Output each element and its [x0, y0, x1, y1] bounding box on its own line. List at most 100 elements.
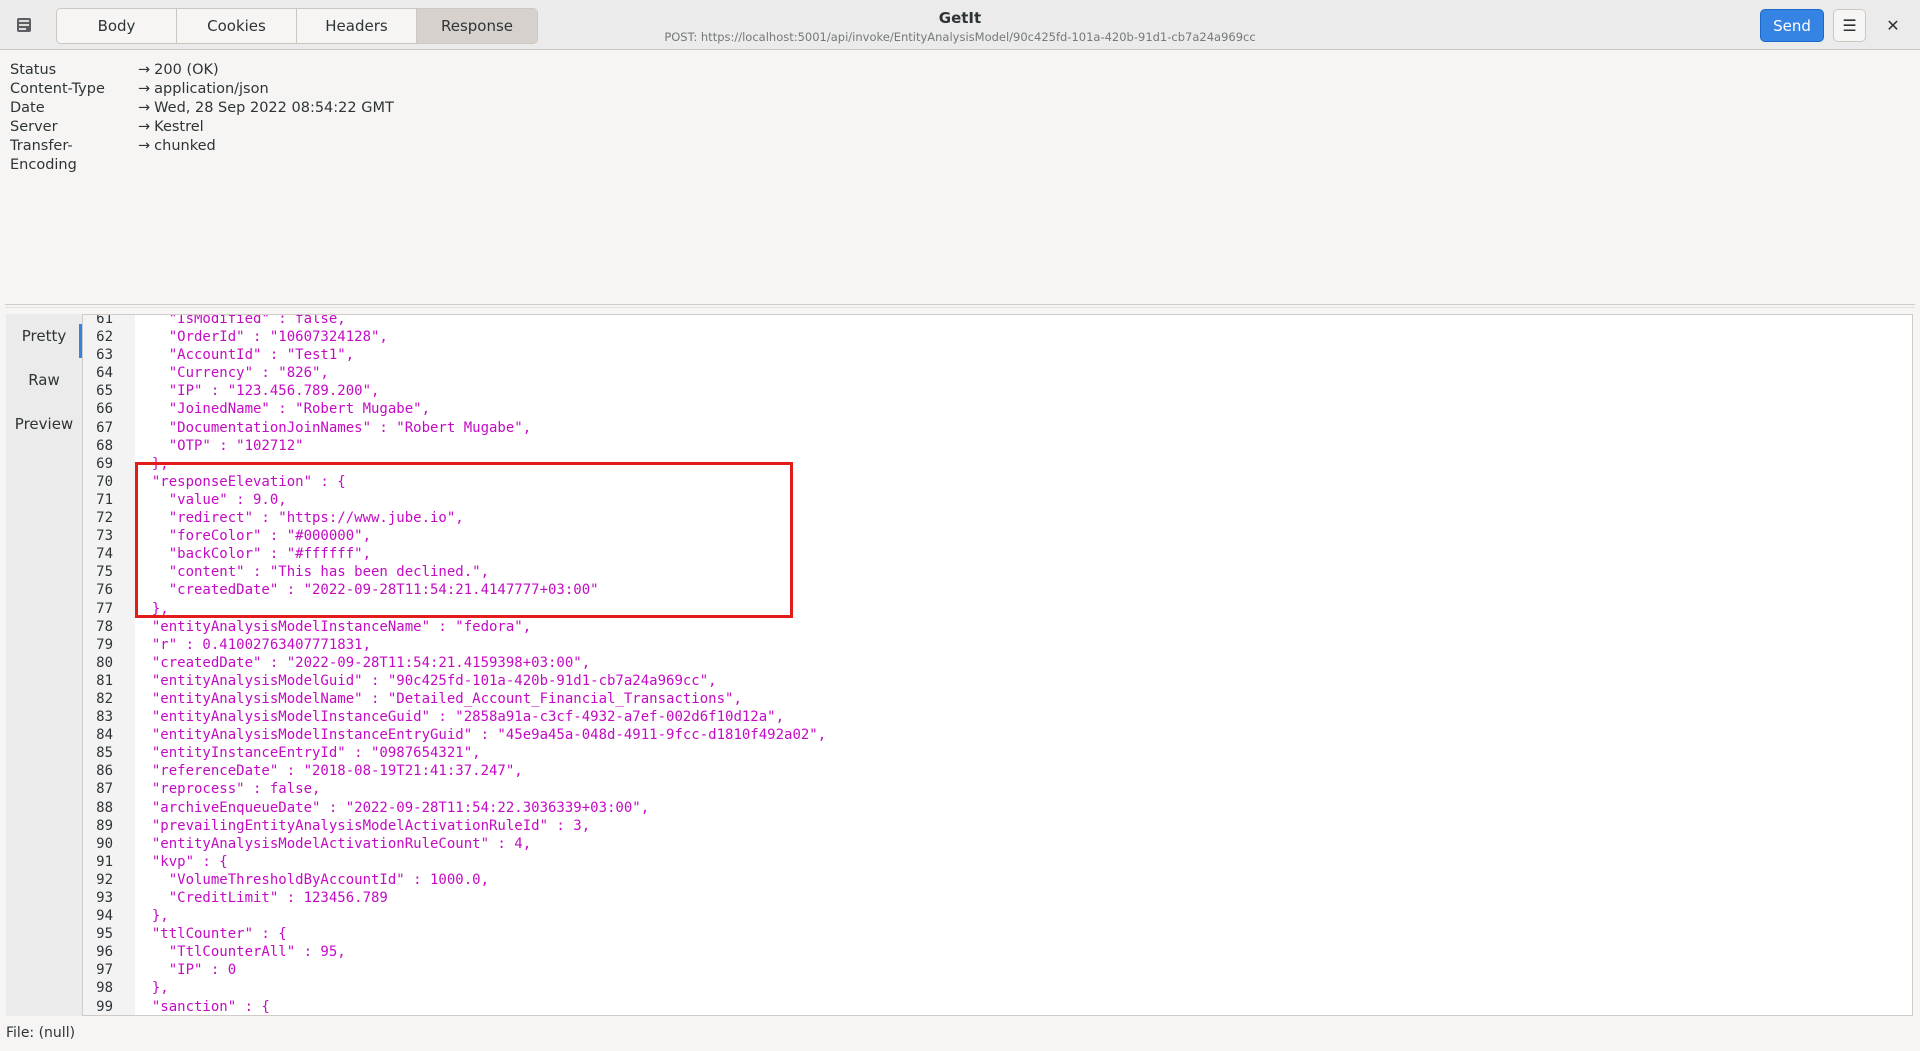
- app-icon[interactable]: [14, 15, 34, 35]
- tab-response[interactable]: Response: [417, 9, 537, 43]
- response-header-value: application/json: [154, 81, 269, 97]
- line-number: 83: [96, 709, 113, 726]
- pane-separator[interactable]: [5, 304, 1915, 308]
- code-text: },: [135, 908, 169, 925]
- line-number: 94: [96, 908, 113, 925]
- code-text: "VolumeThresholdByAccountId" : 1000.0,: [135, 871, 490, 888]
- send-button[interactable]: Send: [1760, 9, 1824, 42]
- response-header-key: Transfer-Encoding: [10, 138, 77, 173]
- code-text: "backColor" : "#ffffff",: [135, 546, 372, 563]
- line-number: 78: [96, 618, 113, 635]
- line-number: 73: [96, 528, 113, 545]
- code-text: "value" : 9.0,: [135, 491, 287, 508]
- tab-headers[interactable]: Headers: [297, 9, 417, 43]
- code-line: 68 "OTP" : "102712": [83, 437, 826, 455]
- code-line: 84 "entityAnalysisModelInstanceEntryGuid…: [83, 726, 826, 744]
- line-number: 61: [96, 314, 113, 327]
- header-bar: Body Cookies Headers Response GetIt POST…: [0, 0, 1920, 50]
- line-number: 87: [96, 781, 113, 798]
- code-text: "responseElevation" : {: [135, 473, 346, 490]
- response-header-row: Server → Kestrel: [10, 118, 394, 137]
- line-number: 85: [96, 745, 113, 762]
- response-header-value: chunked: [154, 138, 216, 154]
- code-text: "createdDate" : "2022-09-28T11:54:21.414…: [135, 582, 599, 599]
- arrow-icon: →: [138, 81, 151, 97]
- view-preview[interactable]: Preview: [6, 402, 82, 446]
- code-line: 62 "OrderId" : "10607324128",: [83, 328, 826, 346]
- code-line: 73 "foreColor" : "#000000",: [83, 527, 826, 545]
- line-number: 63: [96, 347, 113, 364]
- line-number: 90: [96, 835, 113, 852]
- tab-body[interactable]: Body: [57, 9, 177, 43]
- line-number: 71: [96, 491, 113, 508]
- response-header-key: Status: [10, 62, 57, 78]
- code-text: "TtlCounterAll" : 95,: [135, 944, 346, 961]
- window-title-block: GetIt POST: https://localhost:5001/api/i…: [600, 9, 1320, 44]
- code-text: "entityAnalysisModelInstanceName" : "fed…: [135, 618, 532, 635]
- line-number: 98: [96, 980, 113, 997]
- line-number: 89: [96, 817, 113, 834]
- line-number: 86: [96, 763, 113, 780]
- request-tabs: Body Cookies Headers Response: [56, 8, 538, 44]
- code-text: "entityAnalysisModelActivationRuleCount"…: [135, 835, 532, 852]
- code-line: 64 "Currency" : "826",: [83, 364, 826, 382]
- line-number: 65: [96, 383, 113, 400]
- line-number: 67: [96, 419, 113, 436]
- response-header-value: Wed, 28 Sep 2022 08:54:22 GMT: [154, 100, 394, 116]
- line-number: 97: [96, 962, 113, 979]
- code-text: },: [135, 600, 169, 617]
- code-text: "kvp" : {: [135, 853, 228, 870]
- code-line: 90 "entityAnalysisModelActivationRuleCou…: [83, 835, 826, 853]
- code-text: "entityInstanceEntryId" : "0987654321",: [135, 745, 481, 762]
- code-line: 91 "kvp" : {: [83, 853, 826, 871]
- code-text: "IP" : 0: [135, 962, 237, 979]
- view-pretty[interactable]: Pretty: [6, 314, 82, 358]
- code-text: "IP" : "123.456.789.200",: [135, 383, 380, 400]
- tab-cookies[interactable]: Cookies: [177, 9, 297, 43]
- code-line: 85 "entityInstanceEntryId" : "0987654321…: [83, 744, 826, 762]
- response-header-key: Server: [10, 119, 58, 135]
- code-text: },: [135, 980, 169, 997]
- line-number: 93: [96, 890, 113, 906]
- code-line: 71 "value" : 9.0,: [83, 491, 826, 509]
- code-line: 81 "entityAnalysisModelGuid" : "90c425fd…: [83, 672, 826, 690]
- code-line: 69 },: [83, 455, 826, 473]
- code-line: 93 "CreditLimit" : 123456.789: [83, 889, 826, 907]
- response-header-value: 200 (OK): [154, 62, 219, 78]
- code-line: 99 "sanction" : {: [83, 998, 826, 1015]
- line-number: 80: [96, 654, 113, 671]
- code-line: 77 },: [83, 600, 826, 618]
- code-line: 74 "backColor" : "#ffffff",: [83, 545, 826, 563]
- code-line: 86 "referenceDate" : "2018-08-19T21:41:3…: [83, 762, 826, 780]
- code-text: "Currency" : "826",: [135, 365, 329, 382]
- window-title: GetIt: [938, 9, 982, 27]
- view-raw[interactable]: Raw: [6, 358, 82, 402]
- request-url: POST: https://localhost:5001/api/invoke/…: [664, 30, 1256, 44]
- line-number: 95: [96, 926, 113, 943]
- line-number: 77: [96, 600, 113, 617]
- code-line: 94 },: [83, 907, 826, 925]
- line-number: 66: [96, 401, 113, 418]
- line-number: 70: [96, 473, 113, 490]
- code-line: 61 "IsModified" : false,: [83, 314, 826, 328]
- code-line: 95 "ttlCounter" : {: [83, 925, 826, 943]
- response-header-row: Date → Wed, 28 Sep 2022 08:54:22 GMT: [10, 99, 394, 118]
- code-text: "referenceDate" : "2018-08-19T21:41:37.2…: [135, 763, 523, 780]
- response-header-key: Date: [10, 100, 45, 116]
- response-code-view[interactable]: 61 "IsModified" : false, 62 "OrderId" : "…: [83, 314, 1913, 1016]
- code-line: 80 "createdDate" : "2022-09-28T11:54:21.…: [83, 654, 826, 672]
- hamburger-menu-icon[interactable]: ☰: [1833, 9, 1866, 42]
- code-line: 76 "createdDate" : "2022-09-28T11:54:21.…: [83, 581, 826, 599]
- code-text: "AccountId" : "Test1",: [135, 347, 355, 364]
- close-icon[interactable]: ✕: [1881, 14, 1905, 38]
- code-line: 96 "TtlCounterAll" : 95,: [83, 943, 826, 961]
- code-line: 88 "archiveEnqueueDate" : "2022-09-28T11…: [83, 799, 826, 817]
- response-header-row: Status → 200 (OK): [10, 61, 394, 80]
- code-text: "prevailingEntityAnalysisModelActivation…: [135, 817, 591, 834]
- line-number: 84: [96, 727, 113, 744]
- line-number: 92: [96, 871, 113, 888]
- code-text: "archiveEnqueueDate" : "2022-09-28T11:54…: [135, 799, 650, 816]
- code-line: 87 "reprocess" : false,: [83, 780, 826, 798]
- line-number: 96: [96, 944, 113, 961]
- line-number: 72: [96, 510, 113, 527]
